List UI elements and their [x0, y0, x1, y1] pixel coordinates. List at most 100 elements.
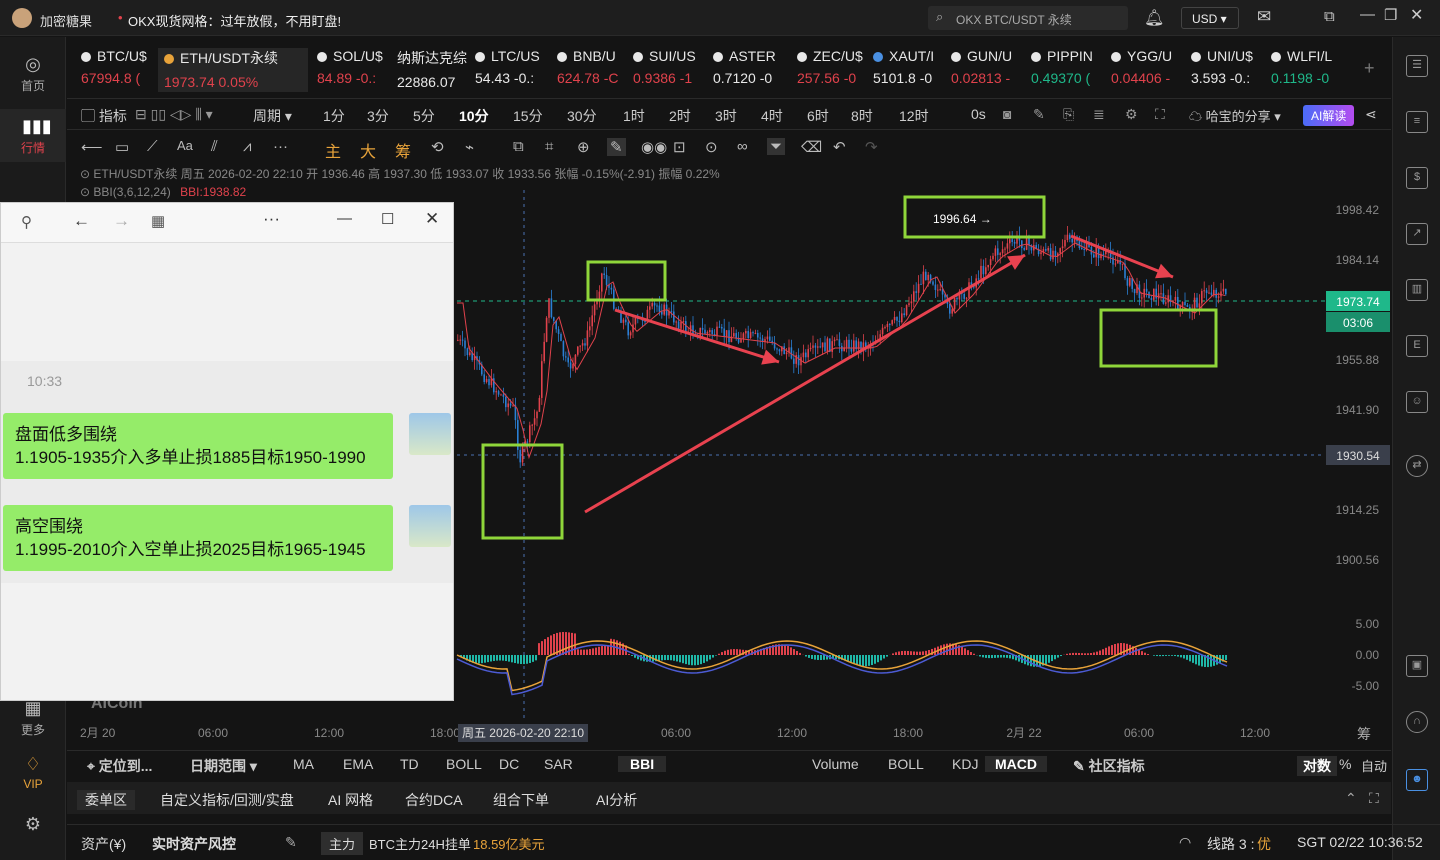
- edit-icon[interactable]: ✎: [285, 834, 297, 851]
- indicator-sar[interactable]: SAR: [544, 756, 573, 772]
- ticker-item[interactable]: 纳斯达克综: 22886.07: [397, 48, 467, 92]
- filter-icon[interactable]: ⏷: [767, 138, 786, 155]
- layout-icons[interactable]: ⊟ ▯▯ ◁▷ ⫼ ▾: [135, 106, 213, 123]
- chat-message-1[interactable]: 盘面低多围绕 1.1905-1935介入多单止损1885目标1950-1990: [3, 413, 393, 479]
- interval-2[interactable]: 5分: [413, 106, 435, 126]
- ticker-item[interactable]: LTC/US 54.43 -0.:: [475, 48, 547, 92]
- interval-1[interactable]: 3分: [367, 106, 389, 126]
- chat-message-2[interactable]: 高空围绕 1.1995-2010介入空单止损2025目标1965-1945: [3, 505, 393, 571]
- rect-tool-icon[interactable]: ▭: [115, 138, 129, 156]
- bottom-tab-3[interactable]: 合约DCA: [405, 790, 463, 810]
- layout-icon[interactable]: ▣: [1406, 655, 1428, 677]
- zoom-icon[interactable]: ⊕: [577, 138, 590, 156]
- etf-icon[interactable]: E: [1406, 335, 1428, 357]
- log-toggle[interactable]: 对数: [1297, 756, 1337, 776]
- main-force-button[interactable]: 主: [325, 138, 341, 162]
- popup-close-icon[interactable]: ✕: [425, 209, 439, 229]
- sub-indicator-kdj[interactable]: KDJ: [952, 756, 978, 772]
- search-input[interactable]: OKX BTC/USDT 永续: [956, 11, 1072, 28]
- trend-tool-icon[interactable]: ⟋: [147, 138, 158, 155]
- trend-arrow-down-1[interactable]: [614, 308, 780, 364]
- bottom-tab-4[interactable]: 组合下单: [493, 790, 549, 810]
- interval-3[interactable]: 10分: [459, 106, 489, 126]
- ticker-item[interactable]: UNI/U$ 3.593 -0.:: [1191, 48, 1261, 92]
- popup-minimize-icon[interactable]: —: [337, 210, 352, 227]
- pin-icon[interactable]: ⚲: [21, 213, 32, 231]
- interval-4[interactable]: 15分: [513, 106, 543, 126]
- search-box[interactable]: ⌕ OKX BTC/USDT 永续: [928, 6, 1128, 30]
- list-icon[interactable]: ☰: [1406, 55, 1428, 77]
- exchange-icon[interactable]: ⇄: [1406, 455, 1428, 477]
- big-order-button[interactable]: 大: [360, 138, 376, 162]
- ticker-item[interactable]: WLFI/L 0.1198 -0: [1271, 48, 1341, 92]
- trend-arrow-up[interactable]: [584, 253, 1026, 514]
- nav-market[interactable]: ▮▮▮ 行情: [0, 109, 66, 162]
- avatar[interactable]: [12, 8, 32, 28]
- risk-button[interactable]: 实时资产风控: [152, 834, 236, 854]
- fib-tool-icon[interactable]: ⫽: [211, 138, 218, 155]
- share-button[interactable]: ☁ 哈宝的分享 ▾: [1189, 106, 1281, 125]
- ticker-item[interactable]: SOL/U$ 84.89 -0.:: [317, 48, 387, 92]
- avatar[interactable]: [409, 505, 451, 547]
- sub-indicator-macd[interactable]: MACD: [985, 756, 1047, 772]
- interval-12[interactable]: 12时: [899, 106, 929, 126]
- indicator-dc[interactable]: DC: [499, 756, 519, 772]
- undo-icon[interactable]: ↶: [833, 138, 846, 156]
- interval-8[interactable]: 3时: [715, 106, 737, 126]
- expand-icon[interactable]: ⛶: [1369, 790, 1379, 807]
- sub-indicator-boll[interactable]: BOLL: [888, 756, 924, 772]
- close-icon[interactable]: ✕: [1410, 5, 1423, 25]
- dollar-icon[interactable]: $: [1406, 167, 1428, 189]
- ai-read-button[interactable]: AI解读: [1303, 105, 1355, 126]
- stats-icon[interactable]: ↗: [1406, 223, 1428, 245]
- bottom-tab-2[interactable]: AI 网格: [328, 790, 373, 810]
- bell-icon[interactable]: 🔔︎: [1144, 8, 1164, 28]
- notice-text[interactable]: OKX现货网格：过年放假，不用盯盘!: [128, 11, 341, 30]
- bottom-tab-0[interactable]: 委单区: [77, 790, 135, 810]
- forward-icon[interactable]: →: [113, 211, 130, 231]
- fullscreen-icon[interactable]: ⛶: [1155, 106, 1165, 123]
- ticker-item[interactable]: BTC/U$ 67994.8 (: [81, 48, 153, 92]
- ticker-item[interactable]: BNB/U 624.78 -C: [557, 48, 623, 92]
- bottom-tab-5[interactable]: AI分析: [596, 790, 637, 810]
- sub-indicator-volume[interactable]: Volume: [812, 756, 859, 772]
- indicator-boll[interactable]: BOLL: [446, 756, 482, 772]
- grid-icon[interactable]: ▦: [151, 212, 165, 230]
- document-icon[interactable]: ≡: [1406, 111, 1428, 133]
- indicator-td[interactable]: TD: [400, 756, 419, 772]
- collapse-icon[interactable]: ⊙: [80, 167, 93, 181]
- bottom-tab-1[interactable]: 自定义指标/回测/实盘: [160, 790, 294, 810]
- avatar[interactable]: [409, 413, 451, 455]
- more-tools-icon[interactable]: ···: [273, 138, 288, 155]
- nav-more[interactable]: ▦ 更多: [0, 697, 66, 738]
- sync-icon[interactable]: ⟲: [431, 138, 444, 156]
- interval-11[interactable]: 8时: [851, 106, 873, 126]
- target-box[interactable]: [1099, 308, 1218, 368]
- ticker-item[interactable]: ASTER 0.7120 -0: [713, 48, 787, 92]
- crop-icon[interactable]: ⧉: [513, 138, 524, 155]
- more-icon[interactable]: ···: [263, 209, 280, 229]
- indicator-ma[interactable]: MA: [293, 756, 314, 772]
- restore-icon[interactable]: ❐: [1384, 6, 1397, 24]
- link-icon[interactable]: ∞: [737, 138, 748, 155]
- ticker-item[interactable]: ETH/USDT永续 1973.74 0.05%: [158, 48, 308, 92]
- minimize-icon[interactable]: —: [1360, 6, 1375, 23]
- measure-tool-icon[interactable]: ⩘: [243, 138, 251, 155]
- redo-icon[interactable]: ↷: [865, 138, 878, 156]
- interval-7[interactable]: 2时: [669, 106, 691, 126]
- percent-toggle[interactable]: %: [1339, 756, 1351, 772]
- line-tool-icon[interactable]: ⟵: [81, 138, 103, 156]
- ticker-item[interactable]: GUN/U 0.02813 -: [951, 48, 1021, 92]
- trend-arrow-down-2[interactable]: [1070, 234, 1174, 279]
- interval-0[interactable]: 1分: [323, 106, 345, 126]
- line-label[interactable]: 线路 3 :: [1207, 834, 1254, 854]
- ticker-item[interactable]: ZEC/U$ 257.56 -0: [797, 48, 863, 92]
- popup-maximize-icon[interactable]: ☐: [381, 210, 394, 228]
- ticker-item[interactable]: XAUT/I 5101.8 -0: [873, 48, 943, 92]
- indicator-bbi[interactable]: BBI: [618, 756, 667, 772]
- settings-button[interactable]: ⚙: [0, 813, 66, 837]
- assistant-icon[interactable]: ☻: [1406, 769, 1428, 791]
- add-ticker-icon[interactable]: +: [1364, 58, 1375, 79]
- interval-6[interactable]: 1时: [623, 106, 645, 126]
- list-view-icon[interactable]: ≣: [1093, 106, 1105, 123]
